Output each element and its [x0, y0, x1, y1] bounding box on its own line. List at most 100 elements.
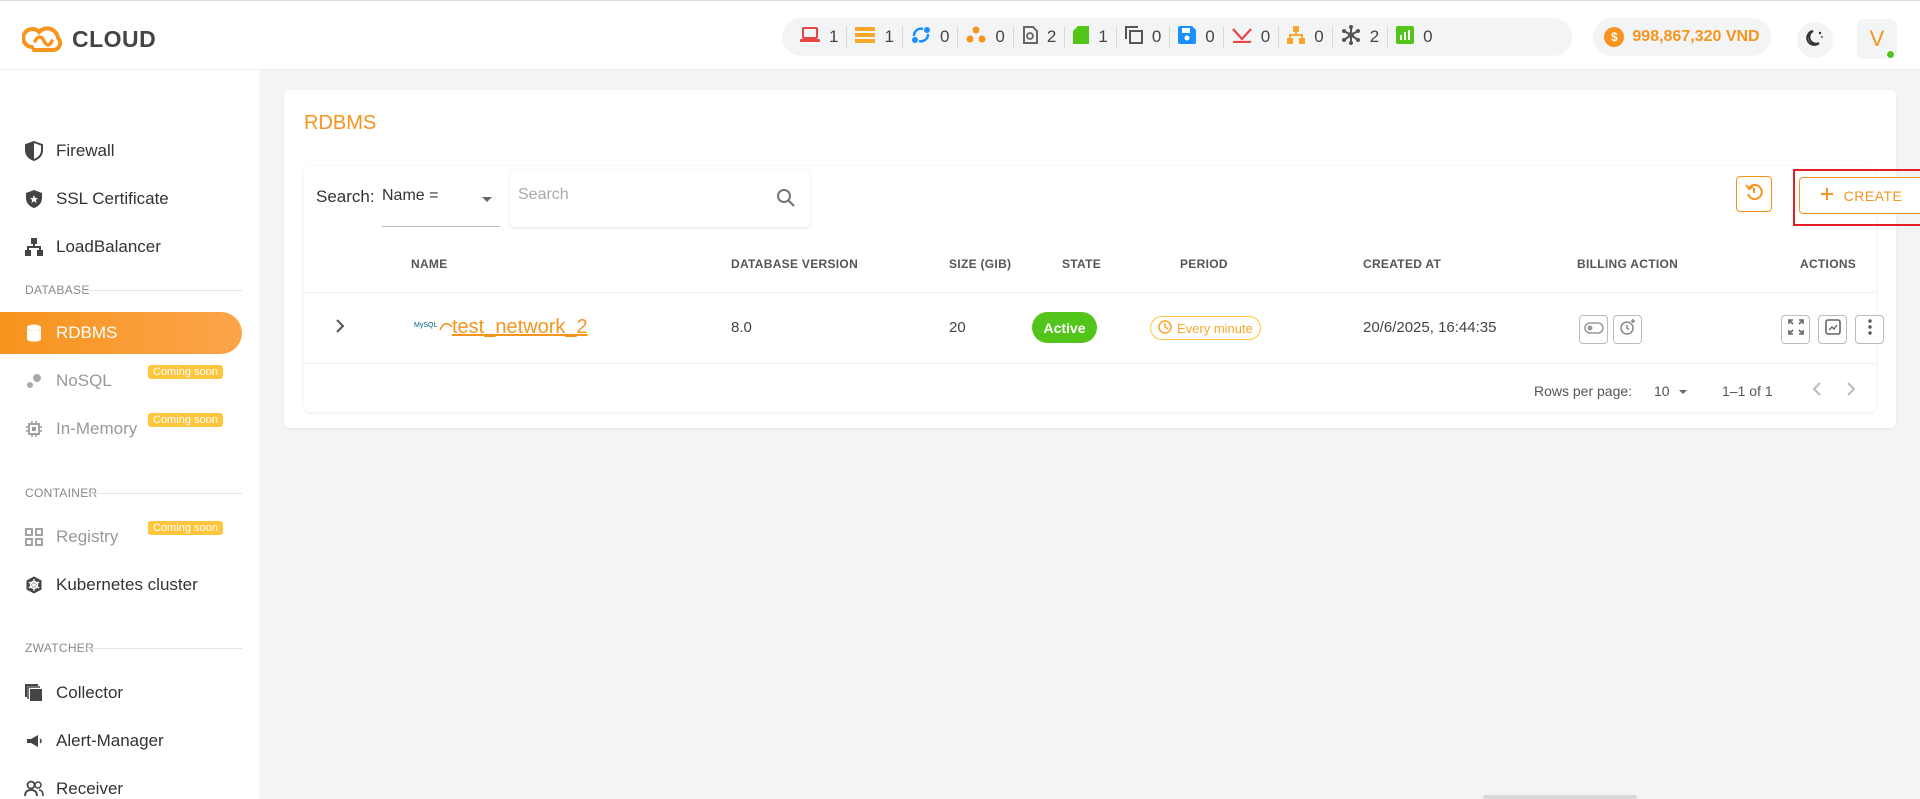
- counter-instances[interactable]: 1: [792, 26, 848, 48]
- counter-volumes[interactable]: 1: [1065, 25, 1117, 48]
- sidebar-item-in-memory[interactable]: In-Memory Coming soon: [0, 408, 242, 450]
- sidebar: Firewall SSL Certificate LoadBalancer DA…: [0, 70, 259, 799]
- sidebar-item-label: RDBMS: [56, 323, 118, 342]
- column-header-billing-action: BILLING ACTION: [1577, 257, 1679, 271]
- shield-star-icon: [24, 189, 44, 209]
- megaphone-icon: [24, 731, 44, 751]
- search-field-select[interactable]: Name =: [382, 171, 500, 227]
- floppy-icon: [1178, 25, 1197, 49]
- clock-plus-icon: [1619, 318, 1637, 341]
- db-version: 8.0: [731, 319, 752, 336]
- sidebar-item-label: Kubernetes cluster: [56, 575, 198, 594]
- sidebar-item-firewall[interactable]: Firewall: [0, 130, 242, 172]
- column-header-state[interactable]: STATE: [1062, 257, 1101, 271]
- counter-backups[interactable]: 0: [1170, 25, 1224, 49]
- counter-value: 1: [884, 27, 894, 46]
- balance-value: 998,867,320 VND: [1632, 28, 1760, 45]
- sidebar-item-registry[interactable]: Registry Coming soon: [0, 516, 242, 558]
- prev-page-icon[interactable]: [1812, 381, 1822, 402]
- moon-icon: [1805, 28, 1825, 53]
- row-divider: [304, 363, 1876, 364]
- counter-value: 0: [1260, 27, 1271, 46]
- billing-renew-button[interactable]: [1613, 315, 1642, 344]
- laptop-icon: [800, 26, 820, 48]
- hub-icon: [1341, 24, 1361, 50]
- network-sync-icon: [911, 26, 931, 49]
- rows-per-page-label: Rows per page:: [1534, 383, 1633, 399]
- sidebar-item-label: Receiver: [56, 779, 124, 798]
- column-header-name[interactable]: NAME: [411, 257, 448, 271]
- counter-value: 2: [1046, 27, 1057, 46]
- billing-toggle-button[interactable]: [1579, 315, 1608, 344]
- horizontal-scrollbar[interactable]: [1483, 795, 1637, 799]
- toggle-off-icon: [1583, 321, 1604, 339]
- cloud-logo-icon: [21, 19, 63, 60]
- counter-clusters[interactable]: 0: [958, 26, 1014, 48]
- top-border: [0, 0, 1920, 4]
- sidebar-item-loadbalancer[interactable]: LoadBalancer: [0, 226, 242, 268]
- rdbms-card: RDBMS Search: Name = CREATE NAME DATABAS…: [284, 90, 1920, 428]
- column-header-database-version[interactable]: DATABASE VERSION: [731, 257, 858, 271]
- counter-snapshots[interactable]: 2: [1014, 25, 1066, 48]
- theme-toggle-button[interactable]: [1797, 22, 1833, 58]
- counter-servers[interactable]: 1: [847, 26, 903, 48]
- caret-down-icon: [482, 197, 492, 202]
- counter-value: 1: [829, 27, 839, 46]
- counter-value: 0: [995, 27, 1005, 46]
- pagination-range: 1–1 of 1: [1722, 383, 1773, 399]
- brand-logo[interactable]: CLOUD: [21, 19, 156, 60]
- sidebar-item-receiver[interactable]: Receiver: [0, 768, 242, 799]
- rows-per-page-select[interactable]: 10: [1654, 383, 1670, 399]
- column-header-created-at[interactable]: CREATED AT: [1363, 257, 1441, 271]
- window-icon: [1824, 319, 1841, 340]
- counter-value: 2: [1369, 27, 1380, 46]
- search-icon[interactable]: [776, 188, 796, 213]
- more-actions-button[interactable]: [1855, 315, 1884, 344]
- created-at: 20/6/2025, 16:44:35: [1363, 319, 1497, 336]
- nosql-icon: [24, 371, 44, 391]
- sidebar-item-label: SSL Certificate: [56, 189, 169, 208]
- counter-monitoring[interactable]: 0: [1388, 25, 1440, 48]
- account-balance[interactable]: $ 998,867,320 VND: [1593, 18, 1771, 56]
- sidebar-item-label: Collector: [56, 683, 124, 702]
- search-box: [510, 170, 810, 227]
- search-input[interactable]: [518, 186, 758, 204]
- counter-value: 0: [1423, 27, 1433, 46]
- counter-value: 0: [1205, 27, 1215, 46]
- sidebar-item-rdbms[interactable]: RDBMS: [0, 312, 242, 354]
- counter-value: 0: [939, 27, 950, 46]
- expand-view-button[interactable]: [1781, 315, 1810, 344]
- counter-images[interactable]: 0: [1117, 25, 1171, 48]
- status-badge: Active: [1032, 312, 1097, 343]
- sidebar-item-collector[interactable]: Collector: [0, 672, 242, 714]
- coming-soon-badge: Coming soon: [148, 413, 223, 427]
- refresh-button[interactable]: [1736, 176, 1772, 212]
- section-divider: [80, 648, 242, 649]
- route-icon: [1231, 27, 1252, 48]
- counter-loadbalancers[interactable]: 0: [1279, 25, 1333, 48]
- sidebar-item-nosql[interactable]: NoSQL Coming soon: [0, 360, 242, 402]
- main-content: RDBMS Search: Name = CREATE NAME DATABAS…: [259, 70, 1920, 799]
- sidebar-item-kubernetes-cluster[interactable]: Kubernetes cluster: [0, 564, 242, 606]
- console-button[interactable]: [1818, 315, 1847, 344]
- counter-kubernetes[interactable]: 2: [1333, 24, 1389, 50]
- db-name-link[interactable]: test_network_2: [452, 316, 588, 339]
- search-label: Search:: [316, 187, 375, 206]
- sidebar-item-label: Firewall: [56, 141, 115, 160]
- column-header-period[interactable]: PERIOD: [1180, 257, 1228, 271]
- counter-network[interactable]: 0: [903, 26, 959, 49]
- next-page-icon[interactable]: [1846, 381, 1856, 402]
- column-header-size[interactable]: SIZE (GIB): [949, 257, 1011, 271]
- caret-down-icon[interactable]: [1679, 390, 1687, 394]
- expand-row-chevron-icon[interactable]: [334, 318, 346, 339]
- create-button[interactable]: CREATE: [1799, 177, 1920, 214]
- sidebar-item-label: NoSQL: [56, 371, 112, 390]
- sidebar-item-label: LoadBalancer: [56, 237, 161, 256]
- sidebar-item-label: Registry: [56, 527, 119, 546]
- period-badge: Every minute: [1150, 316, 1261, 340]
- sidebar-item-alert-manager[interactable]: Alert-Manager: [0, 720, 242, 762]
- coin-icon: $: [1604, 27, 1625, 47]
- sidebar-item-ssl-certificate[interactable]: SSL Certificate: [0, 178, 242, 220]
- counter-routes[interactable]: 0: [1224, 26, 1280, 48]
- online-status-dot: [1886, 50, 1895, 59]
